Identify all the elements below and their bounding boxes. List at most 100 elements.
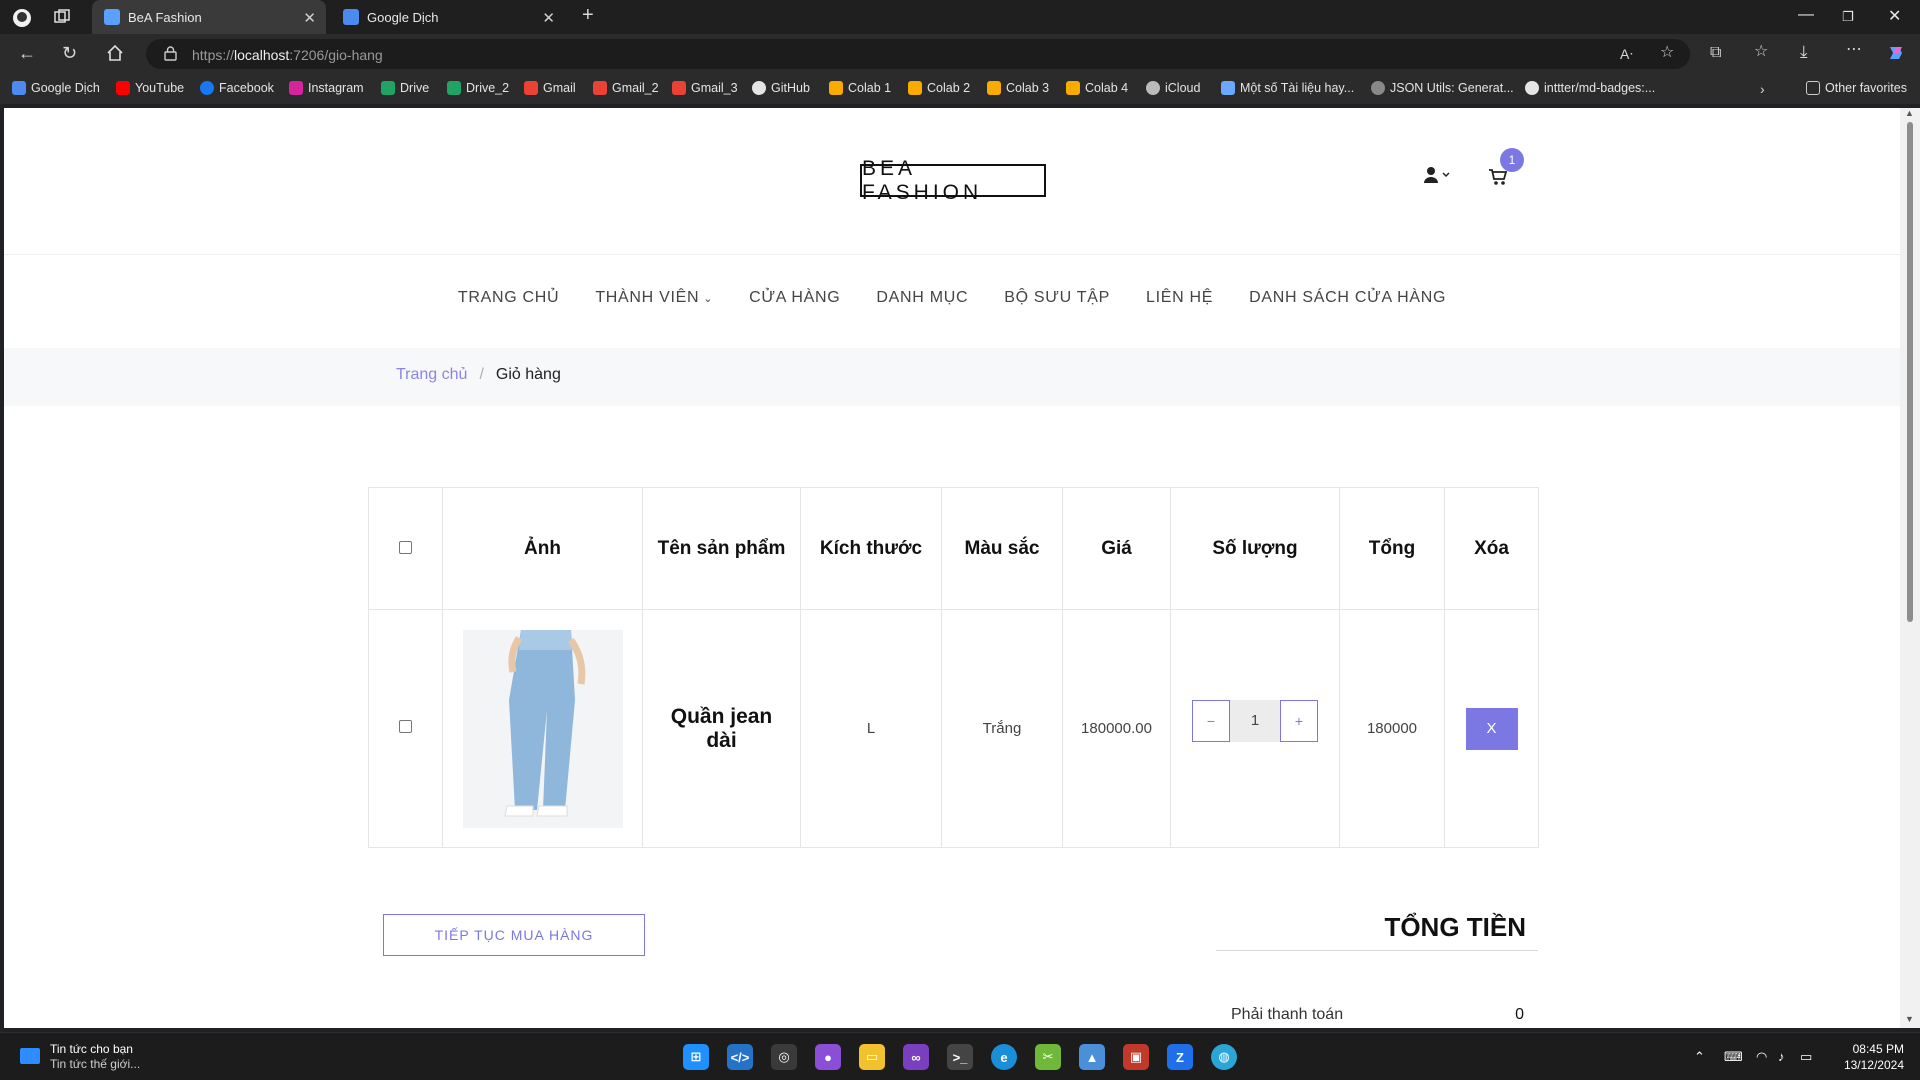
keyboard-icon[interactable]: ⌨ (1724, 1049, 1743, 1065)
header-total: Tổng (1339, 487, 1445, 610)
wifi-icon[interactable]: ◠ (1756, 1049, 1767, 1065)
file-explorer-icon[interactable]: ▭ (859, 1044, 885, 1070)
bookmark-label: YouTube (135, 81, 185, 95)
breadcrumb-home-link[interactable]: Trang chủ (396, 366, 467, 384)
start-icon[interactable]: ⊞ (683, 1044, 709, 1070)
nav-thanh-vien[interactable]: THÀNH VIÊN ⌄ (595, 278, 713, 318)
site-logo[interactable]: BEA FASHION (860, 157, 1046, 204)
bookmark-colab-2[interactable]: Colab 2 (908, 81, 970, 95)
bookmark-facebook[interactable]: Facebook (200, 81, 274, 95)
extensions-icon[interactable]: ⧉ (1710, 45, 1721, 61)
home-icon[interactable] (106, 44, 124, 66)
tray-chevron-up-icon[interactable]: ⌃ (1694, 1049, 1705, 1065)
bookmark-md-badges[interactable]: inttter/md-badges:... (1525, 81, 1655, 95)
scroll-up-icon[interactable]: ▲ (1905, 108, 1914, 118)
nav-bo-suu-tap[interactable]: BỘ SƯU TẬP (1004, 278, 1110, 318)
github-icon (752, 81, 766, 95)
scroll-down-icon[interactable]: ▼ (1905, 1014, 1914, 1024)
select-all-checkbox[interactable] (399, 541, 412, 554)
battery-icon[interactable]: ▭ (1800, 1049, 1812, 1065)
github-desktop-icon[interactable]: ● (815, 1044, 841, 1070)
bookmark-drive[interactable]: Drive (381, 81, 429, 95)
gmail-icon (672, 81, 686, 95)
read-aloud-icon[interactable]: Aᐧ (1620, 46, 1633, 62)
profile-avatar-icon[interactable] (12, 8, 32, 32)
page-scrollbar[interactable]: ▲ ▼ (1900, 108, 1920, 1028)
total-divider (1216, 950, 1538, 951)
user-menu-icon[interactable] (1424, 166, 1450, 189)
nav-danh-muc[interactable]: DANH MỤC (876, 278, 968, 318)
bookmarks-bar: Google Dịch YouTube Facebook Instagram D… (0, 74, 1920, 104)
chatgpt-icon[interactable]: ◎ (771, 1044, 797, 1070)
downloads-icon[interactable]: ⤓ (1800, 43, 1808, 60)
row-checkbox[interactable] (399, 720, 412, 733)
nav-trang-chu[interactable]: TRANG CHỦ (458, 278, 559, 318)
nav-danh-sach-cua-hang[interactable]: DANH SÁCH CỬA HÀNG (1249, 278, 1446, 318)
price-cell: 180000.00 (1062, 609, 1171, 848)
snipping-tool-icon[interactable]: ✂ (1035, 1044, 1061, 1070)
bookmark-colab-1[interactable]: Colab 1 (829, 81, 891, 95)
bookmark-gmail[interactable]: Gmail (524, 81, 576, 95)
workspaces-icon[interactable] (54, 9, 70, 29)
bookmark-google-dich[interactable]: Google Dịch (12, 81, 100, 95)
browser-toolbar: ← ↻ https://localhost:7206/gio-hang Aᐧ ☆… (0, 34, 1920, 74)
remove-item-button[interactable]: X (1465, 707, 1518, 750)
media-app-icon[interactable]: ▣ (1123, 1044, 1149, 1070)
bookmark-drive-2[interactable]: Drive_2 (447, 81, 509, 95)
news-widget[interactable]: Tin tức cho bạn Tin tức thế giới... (20, 1042, 140, 1072)
lock-icon[interactable] (164, 46, 177, 65)
product-name[interactable]: Quần jean dài (643, 705, 800, 753)
chevron-right-icon[interactable]: › (1760, 81, 1765, 97)
zalo-icon[interactable]: Z (1167, 1044, 1193, 1070)
continue-shopping-button[interactable]: TIẾP TỤC MUA HÀNG (383, 914, 645, 956)
bookmark-instagram[interactable]: Instagram (289, 81, 364, 95)
bookmark-gmail-3[interactable]: Gmail_3 (672, 81, 738, 95)
bookmark-colab-3[interactable]: Colab 3 (987, 81, 1049, 95)
favorites-icon[interactable]: ☆ (1754, 44, 1768, 60)
close-tab-icon[interactable]: ✕ (542, 9, 555, 27)
vscode-icon[interactable]: </> (727, 1044, 753, 1070)
new-tab-icon[interactable]: + (582, 5, 594, 25)
more-menu-icon[interactable]: ⋯ (1846, 42, 1862, 58)
nav-cua-hang[interactable]: CỬA HÀNG (749, 278, 840, 318)
product-image[interactable] (462, 629, 623, 828)
bookmark-gmail-2[interactable]: Gmail_2 (593, 81, 659, 95)
scrollbar-thumb[interactable] (1907, 122, 1913, 622)
header-size: Kích thước (800, 487, 942, 610)
bookmark-json-utils[interactable]: JSON Utils: Generat... (1371, 81, 1514, 95)
edge-icon[interactable]: e (991, 1044, 1017, 1070)
cart-icon[interactable] (1488, 168, 1508, 191)
bookmark-tai-lieu[interactable]: Một số Tài liệu hay... (1221, 81, 1354, 95)
close-window-icon[interactable]: ✕ (1888, 6, 1901, 26)
tab-google-dich[interactable]: Google Dịch ✕ (331, 0, 565, 34)
quantity-input[interactable]: 1 (1230, 699, 1280, 742)
clock-time: 08:45 PM (1852, 1042, 1904, 1056)
back-icon[interactable]: ← (18, 44, 36, 62)
bookmark-label: Gmail (543, 81, 576, 95)
bookmark-label: Instagram (308, 81, 364, 95)
bookmark-icloud[interactable]: iCloud (1146, 81, 1200, 95)
nav-lien-he[interactable]: LIÊN HỆ (1146, 278, 1213, 318)
visual-studio-icon[interactable]: ∞ (903, 1044, 929, 1070)
volume-icon[interactable]: ♪ (1778, 1049, 1785, 1064)
other-favorites[interactable]: Other favorites (1806, 81, 1907, 95)
close-tab-icon[interactable]: ✕ (303, 9, 316, 27)
header-remove: Xóa (1444, 487, 1539, 610)
photos-icon[interactable]: ▲ (1079, 1044, 1105, 1070)
refresh-icon[interactable]: ↻ (62, 44, 77, 62)
bookmark-colab-4[interactable]: Colab 4 (1066, 81, 1128, 95)
quantity-decrease-button[interactable]: − (1192, 699, 1230, 742)
quantity-increase-button[interactable]: + (1280, 699, 1318, 742)
terminal-icon[interactable]: >_ (947, 1044, 973, 1070)
system-clock[interactable]: 08:45 PM 13/12/2024 (1836, 1041, 1904, 1073)
tab-bea-fashion[interactable]: BeA Fashion ✕ (92, 0, 326, 34)
bookmark-youtube[interactable]: YouTube (116, 81, 184, 95)
bookmark-github[interactable]: GitHub (752, 81, 810, 95)
favorite-star-icon[interactable]: ☆ (1660, 45, 1674, 61)
restore-icon[interactable]: ❐ (1842, 9, 1854, 25)
address-bar[interactable]: https://localhost:7206/gio-hang Aᐧ ☆ (146, 39, 1690, 69)
browser-app-icon[interactable]: ◍ (1211, 1044, 1237, 1070)
header-image: Ảnh (442, 487, 643, 610)
minimize-icon[interactable]: — (1798, 6, 1814, 24)
copilot-icon[interactable] (1886, 43, 1906, 67)
